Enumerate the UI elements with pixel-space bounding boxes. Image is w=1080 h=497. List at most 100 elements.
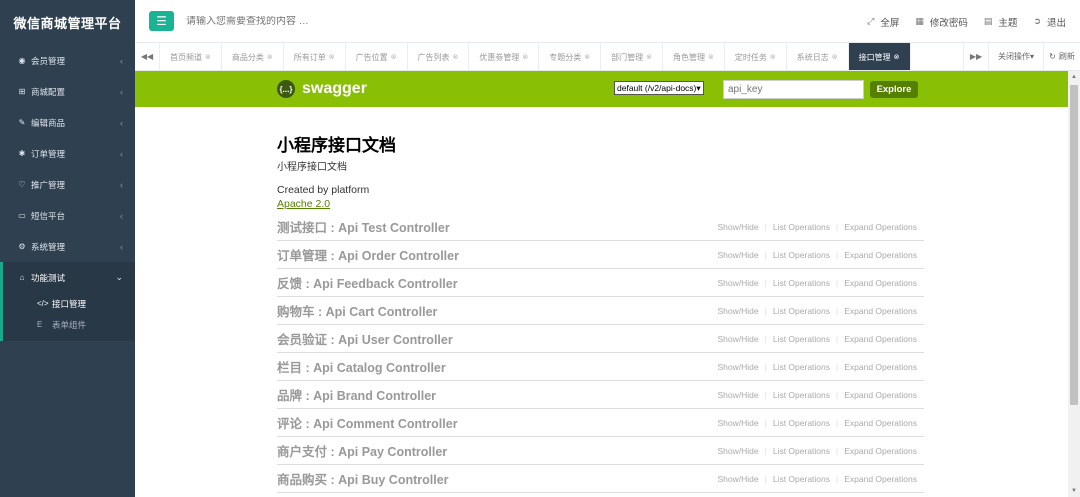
resource-name[interactable]: 品牌 : Api Brand Controller (277, 385, 436, 404)
expand-operations-link[interactable]: Expand Operations (844, 362, 917, 372)
sidebar-item[interactable]: ♡ 推广管理 ‹ (0, 169, 135, 200)
show-hide-link[interactable]: Show/Hide (718, 390, 759, 400)
list-operations-link[interactable]: List Operations (773, 278, 830, 288)
close-icon[interactable]: ⊗ (267, 53, 273, 61)
api-description: 小程序接口文档 (277, 162, 347, 173)
swagger-logo[interactable]: {...} swagger (277, 80, 367, 98)
close-icon[interactable]: ⊗ (894, 53, 900, 61)
tabs-scroll-left-button[interactable]: ◀◀ (135, 43, 160, 70)
resource-name[interactable]: 会员验证 : Api User Controller (277, 329, 453, 348)
close-icon[interactable]: ⊗ (832, 53, 838, 61)
close-operations-dropdown[interactable]: 关闭操作 ▾ (988, 43, 1043, 70)
list-operations-link[interactable]: List Operations (773, 334, 830, 344)
list-operations-link[interactable]: List Operations (773, 222, 830, 232)
content-scrollbar[interactable]: ▲ ▼ (1068, 71, 1080, 497)
expand-operations-link[interactable]: Expand Operations (844, 250, 917, 260)
expand-operations-link[interactable]: Expand Operations (844, 474, 917, 484)
tab[interactable]: 接口管理 ⊗ (848, 43, 911, 70)
change-password-button[interactable]: ▦ 修改密码 (915, 15, 968, 29)
sidebar-item-label: 推广管理 (31, 179, 66, 190)
expand-operations-link[interactable]: Expand Operations (844, 390, 917, 400)
tab-list: 首页频道 ⊗ 商品分类 ⊗ 所有订单 ⊗ 广告位置 ⊗ 广告列表 ⊗ 优惠劵管理 ⊗ 专题分类 ⊗ 部门管理… (160, 43, 963, 70)
resource-operations: Show/Hide | List Operations | Expand Operati… (718, 446, 918, 456)
sidebar-item[interactable]: ⊞ 商城配置 ‹ (0, 76, 135, 107)
show-hide-link[interactable]: Show/Hide (718, 250, 759, 260)
resource-name[interactable]: 评论 : Api Comment Controller (277, 413, 458, 432)
tab[interactable]: 部门管理 ⊗ (601, 43, 663, 70)
tab[interactable]: 广告位置 ⊗ (346, 43, 408, 70)
show-hide-link[interactable]: Show/Hide (718, 418, 759, 428)
resource-name[interactable]: 栏目 : Api Catalog Controller (277, 357, 446, 376)
expand-operations-link[interactable]: Expand Operations (844, 306, 917, 316)
separator: | (764, 249, 767, 260)
show-hide-link[interactable]: Show/Hide (718, 474, 759, 484)
refresh-button[interactable]: ↻ 刷新 (1043, 43, 1080, 70)
separator: | (836, 389, 839, 400)
list-operations-link[interactable]: List Operations (773, 390, 830, 400)
tab[interactable]: 专题分类 ⊗ (539, 43, 602, 70)
close-icon[interactable]: ⊗ (522, 53, 528, 61)
tab[interactable]: 定时任务 ⊗ (725, 43, 787, 70)
resource-name[interactable]: 订单管理 : Api Order Controller (277, 245, 459, 264)
list-operations-link[interactable]: List Operations (773, 446, 830, 456)
sidebar-item[interactable]: ✱ 订单管理 ‹ (0, 138, 135, 169)
list-operations-link[interactable]: List Operations (773, 418, 830, 428)
show-hide-link[interactable]: Show/Hide (718, 362, 759, 372)
api-key-input[interactable] (723, 80, 864, 99)
fullscreen-button[interactable]: ⤢ 全屏 (867, 15, 899, 29)
sidebar-item-function-test[interactable]: ⌂ 功能测试 ⌄ (3, 262, 135, 293)
menu-toggle-button[interactable]: ☰ (149, 11, 174, 31)
api-spec-select[interactable]: default (/v2/api-docs) ▾ (614, 81, 704, 95)
sidebar-subitem-form-components[interactable]: E 表单组件 (3, 314, 135, 335)
sidebar-item[interactable]: ✎ 编辑商品 ‹ (0, 107, 135, 138)
sidebar-item[interactable]: ⚙ 系统管理 ‹ (0, 231, 135, 262)
show-hide-link[interactable]: Show/Hide (718, 278, 759, 288)
explore-button[interactable]: Explore (870, 81, 918, 98)
tab[interactable]: 系统日志 ⊗ (787, 43, 849, 70)
show-hide-link[interactable]: Show/Hide (718, 446, 759, 456)
resource-name[interactable]: 测试接口 : Api Test Controller (277, 217, 450, 236)
resource-name[interactable]: 购物车 : Api Cart Controller (277, 301, 437, 320)
expand-operations-link[interactable]: Expand Operations (844, 222, 917, 232)
close-icon[interactable]: ⊗ (205, 53, 211, 61)
tabs-scroll-right-button[interactable]: ▶▶ (963, 43, 988, 70)
expand-operations-link[interactable]: Expand Operations (844, 446, 917, 456)
expand-operations-link[interactable]: Expand Operations (844, 334, 917, 344)
resource-name[interactable]: 商户支付 : Api Pay Controller (277, 441, 447, 460)
list-operations-link[interactable]: List Operations (773, 250, 830, 260)
sidebar-item[interactable]: ▭ 短信平台 ‹ (0, 200, 135, 231)
tab[interactable]: 所有订单 ⊗ (284, 43, 346, 70)
scroll-thumb[interactable] (1070, 85, 1078, 405)
theme-button[interactable]: ▤ 主题 (984, 15, 1018, 29)
close-icon[interactable]: ⊗ (584, 53, 590, 61)
list-operations-link[interactable]: List Operations (773, 362, 830, 372)
tab[interactable]: 广告列表 ⊗ (408, 43, 470, 70)
resource-name[interactable]: 商品购买 : Api Buy Controller (277, 469, 449, 488)
tab[interactable]: 商品分类 ⊗ (222, 43, 284, 70)
tab[interactable]: 首页频道 ⊗ (160, 43, 222, 70)
resource-name[interactable]: 反馈 : Api Feedback Controller (277, 273, 458, 292)
logout-button[interactable]: ➲ 退出 (1033, 15, 1066, 29)
sidebar-item[interactable]: ◉ 会员管理 ‹ (0, 45, 135, 76)
show-hide-link[interactable]: Show/Hide (718, 222, 759, 232)
scroll-up-arrow[interactable]: ▲ (1068, 71, 1080, 83)
license-link[interactable]: Apache 2.0 (277, 198, 330, 210)
tab[interactable]: 优惠劵管理 ⊗ (469, 43, 540, 70)
tab[interactable]: 角色管理 ⊗ (663, 43, 725, 70)
expand-operations-link[interactable]: Expand Operations (844, 278, 917, 288)
list-operations-link[interactable]: List Operations (773, 474, 830, 484)
tab-label: 部门管理 (611, 52, 644, 62)
close-icon[interactable]: ⊗ (770, 53, 776, 61)
expand-operations-link[interactable]: Expand Operations (844, 418, 917, 428)
close-icon[interactable]: ⊗ (453, 53, 459, 61)
list-operations-link[interactable]: List Operations (773, 306, 830, 316)
search-input[interactable] (186, 15, 486, 27)
show-hide-link[interactable]: Show/Hide (718, 334, 759, 344)
close-icon[interactable]: ⊗ (646, 53, 652, 61)
close-icon[interactable]: ⊗ (391, 53, 397, 61)
sidebar-subitem-api-management[interactable]: </> 接口管理 (3, 293, 135, 314)
scroll-down-arrow[interactable]: ▼ (1068, 485, 1080, 497)
close-icon[interactable]: ⊗ (708, 53, 714, 61)
show-hide-link[interactable]: Show/Hide (718, 306, 759, 316)
close-icon[interactable]: ⊗ (329, 53, 335, 61)
